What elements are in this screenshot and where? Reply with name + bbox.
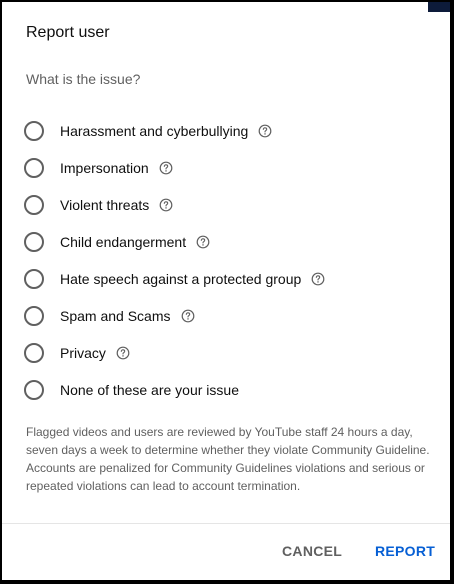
report-button[interactable]: REPORT [375, 543, 435, 559]
help-circle-icon[interactable] [196, 235, 210, 249]
radio-button[interactable] [24, 342, 44, 363]
cancel-button[interactable]: CANCEL [282, 543, 342, 559]
radio-button[interactable] [24, 231, 44, 252]
issue-question: What is the issue? [26, 71, 141, 87]
dialog-title: Report user [26, 24, 110, 41]
report-option[interactable]: Impersonation [24, 149, 444, 186]
help-circle-icon[interactable] [181, 309, 195, 323]
option-label: Impersonation [60, 159, 149, 176]
report-option[interactable]: Child endangerment [24, 223, 444, 260]
option-label: Harassment and cyberbullying [60, 122, 249, 139]
option-label: None of these are your issue [60, 381, 239, 398]
report-user-dialog: Report user What is the issue? Harassmen… [2, 2, 450, 580]
option-label: Violent threats [60, 196, 150, 213]
report-options-list: Harassment and cyberbullying Impersonatio… [24, 112, 444, 408]
report-option[interactable]: Harassment and cyberbullying [24, 112, 444, 149]
option-label: Spam and Scams [60, 307, 171, 324]
report-option[interactable]: Privacy [24, 334, 444, 371]
option-label: Child endangerment [60, 233, 187, 250]
report-option[interactable]: Hate speech against a protected group [24, 260, 444, 297]
option-label: Privacy [60, 344, 106, 361]
option-label: Hate speech against a protected group [60, 270, 302, 287]
divider [2, 523, 450, 524]
radio-button[interactable] [24, 268, 44, 289]
help-circle-icon[interactable] [258, 124, 272, 138]
radio-button[interactable] [24, 157, 44, 178]
radio-button[interactable] [24, 194, 44, 215]
disclaimer-text: Flagged videos and users are reviewed by… [26, 425, 430, 493]
report-option[interactable]: Spam and Scams [24, 297, 444, 334]
help-circle-icon[interactable] [159, 161, 173, 175]
background-corner [428, 2, 450, 12]
radio-button[interactable] [24, 120, 44, 141]
help-circle-icon[interactable] [311, 272, 325, 286]
report-option[interactable]: None of these are your issue [24, 371, 444, 408]
radio-button[interactable] [24, 305, 44, 326]
report-option[interactable]: Violent threats [24, 186, 444, 223]
help-circle-icon[interactable] [116, 346, 130, 360]
radio-button[interactable] [24, 379, 44, 400]
help-circle-icon[interactable] [159, 198, 173, 212]
